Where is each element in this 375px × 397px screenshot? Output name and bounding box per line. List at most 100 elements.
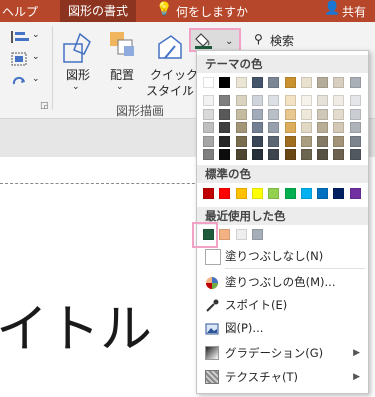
theme-shade-swatch[interactable]: [219, 95, 231, 106]
theme-shade-swatch[interactable]: [349, 95, 361, 106]
theme-color-swatch[interactable]: [235, 77, 247, 88]
shapes-icon[interactable]: [62, 32, 94, 64]
theme-shade-swatch[interactable]: [284, 95, 296, 106]
gradient-item[interactable]: グラデーション(G) ▶: [197, 342, 368, 364]
theme-shade-swatch[interactable]: [284, 122, 296, 133]
theme-shade-swatch[interactable]: [251, 149, 263, 160]
standard-color-swatch[interactable]: [203, 188, 214, 199]
theme-shade-swatch[interactable]: [203, 95, 214, 106]
theme-shade-swatch[interactable]: [284, 108, 296, 120]
theme-color-swatch[interactable]: [268, 77, 280, 88]
theme-shade-swatch[interactable]: [300, 108, 312, 120]
theme-color-swatch[interactable]: [317, 77, 329, 88]
theme-shade-swatch[interactable]: [251, 122, 263, 133]
shapes-button-label[interactable]: 図形: [66, 66, 90, 83]
chevron-down-icon[interactable]: ⌄: [72, 82, 80, 92]
chevron-down-icon[interactable]: ⌄: [32, 30, 40, 40]
theme-shade-swatch[interactable]: [317, 108, 329, 120]
theme-shade-swatch[interactable]: [333, 95, 345, 106]
recent-color-swatch[interactable]: [219, 229, 231, 240]
standard-color-swatch[interactable]: [235, 188, 247, 199]
theme-color-swatch[interactable]: [251, 77, 263, 88]
arrange-icon[interactable]: [108, 30, 138, 62]
theme-shade-swatch[interactable]: [300, 135, 312, 147]
theme-shade-swatch[interactable]: [235, 135, 247, 147]
tab-help[interactable]: ヘルプ: [2, 3, 38, 20]
recent-color-swatch[interactable]: [235, 229, 247, 240]
theme-shade-swatch[interactable]: [219, 149, 231, 160]
theme-color-swatch[interactable]: [300, 77, 312, 88]
picture-item[interactable]: 図(P)...: [197, 317, 368, 339]
theme-shade-swatch[interactable]: [203, 122, 214, 133]
tell-me-search[interactable]: 何をしますか: [176, 3, 248, 20]
theme-shade-swatch[interactable]: [268, 149, 280, 160]
standard-color-swatch[interactable]: [333, 188, 345, 199]
theme-shade-swatch[interactable]: [300, 95, 312, 106]
eyedropper-item[interactable]: スポイト(E): [197, 294, 368, 316]
chevron-down-icon[interactable]: ⌄: [186, 82, 194, 92]
standard-color-swatch[interactable]: [268, 188, 280, 199]
theme-shade-swatch[interactable]: [284, 149, 296, 160]
theme-shade-swatch[interactable]: [268, 122, 280, 133]
rotate-icon[interactable]: [10, 74, 32, 88]
chevron-down-icon[interactable]: ⌄: [32, 52, 40, 62]
theme-shade-swatch[interactable]: [235, 149, 247, 160]
theme-shade-swatch[interactable]: [268, 108, 280, 120]
recent-color-swatch[interactable]: [251, 229, 263, 240]
dialog-launcher-icon[interactable]: ◲: [40, 101, 49, 111]
theme-shade-swatch[interactable]: [251, 95, 263, 106]
search-button[interactable]: 検索: [270, 32, 294, 49]
standard-color-swatch[interactable]: [284, 188, 296, 199]
theme-shade-swatch[interactable]: [300, 149, 312, 160]
theme-shade-swatch[interactable]: [203, 108, 214, 120]
standard-color-swatch[interactable]: [251, 188, 263, 199]
theme-shade-swatch[interactable]: [251, 108, 263, 120]
standard-color-swatch[interactable]: [317, 188, 329, 199]
theme-shade-swatch[interactable]: [219, 122, 231, 133]
theme-shade-swatch[interactable]: [349, 122, 361, 133]
theme-shade-swatch[interactable]: [219, 135, 231, 147]
theme-color-swatch[interactable]: [203, 77, 214, 88]
tab-shape-format[interactable]: 図形の書式: [60, 0, 137, 22]
theme-shade-swatch[interactable]: [268, 95, 280, 106]
chevron-down-icon[interactable]: ⌄: [116, 82, 124, 92]
no-fill-item[interactable]: 塗りつぶしなし(N): [197, 245, 368, 267]
align-icon[interactable]: [10, 30, 32, 44]
theme-shade-swatch[interactable]: [235, 122, 247, 133]
theme-shade-swatch[interactable]: [317, 135, 329, 147]
theme-shade-swatch[interactable]: [317, 95, 329, 106]
standard-color-swatch[interactable]: [219, 188, 231, 199]
theme-shade-swatch[interactable]: [235, 95, 247, 106]
chevron-down-icon[interactable]: ⌄: [32, 74, 40, 84]
standard-color-swatch[interactable]: [349, 188, 361, 199]
theme-shade-swatch[interactable]: [333, 108, 345, 120]
quick-style-label-1[interactable]: クイック: [150, 66, 198, 83]
theme-shade-swatch[interactable]: [349, 108, 361, 120]
quick-styles-icon[interactable]: [155, 32, 185, 62]
slide-title-text[interactable]: イトル: [0, 287, 152, 362]
theme-shade-swatch[interactable]: [300, 122, 312, 133]
theme-color-swatch[interactable]: [284, 77, 296, 88]
theme-shade-swatch[interactable]: [349, 135, 361, 147]
arrange-button-label[interactable]: 配置: [110, 66, 134, 83]
theme-shade-swatch[interactable]: [317, 122, 329, 133]
theme-color-swatch[interactable]: [333, 77, 345, 88]
theme-shade-swatch[interactable]: [219, 108, 231, 120]
texture-item[interactable]: テクスチャ(T) ▶: [197, 366, 368, 388]
theme-shade-swatch[interactable]: [349, 149, 361, 160]
theme-shade-swatch[interactable]: [333, 135, 345, 147]
shape-fill-button[interactable]: ⌄: [189, 28, 241, 52]
group-objects-icon[interactable]: [10, 52, 32, 66]
theme-shade-swatch[interactable]: [317, 149, 329, 160]
theme-shade-swatch[interactable]: [203, 149, 214, 160]
theme-shade-swatch[interactable]: [268, 135, 280, 147]
theme-color-swatch[interactable]: [349, 77, 361, 88]
standard-color-swatch[interactable]: [300, 188, 312, 199]
theme-color-swatch[interactable]: [219, 77, 231, 88]
share-button[interactable]: 共有: [342, 3, 366, 20]
more-colors-item[interactable]: 塗りつぶしの色(M)...: [197, 271, 368, 293]
theme-shade-swatch[interactable]: [235, 108, 247, 120]
theme-shade-swatch[interactable]: [333, 149, 345, 160]
theme-shade-swatch[interactable]: [333, 122, 345, 133]
theme-shade-swatch[interactable]: [284, 135, 296, 147]
